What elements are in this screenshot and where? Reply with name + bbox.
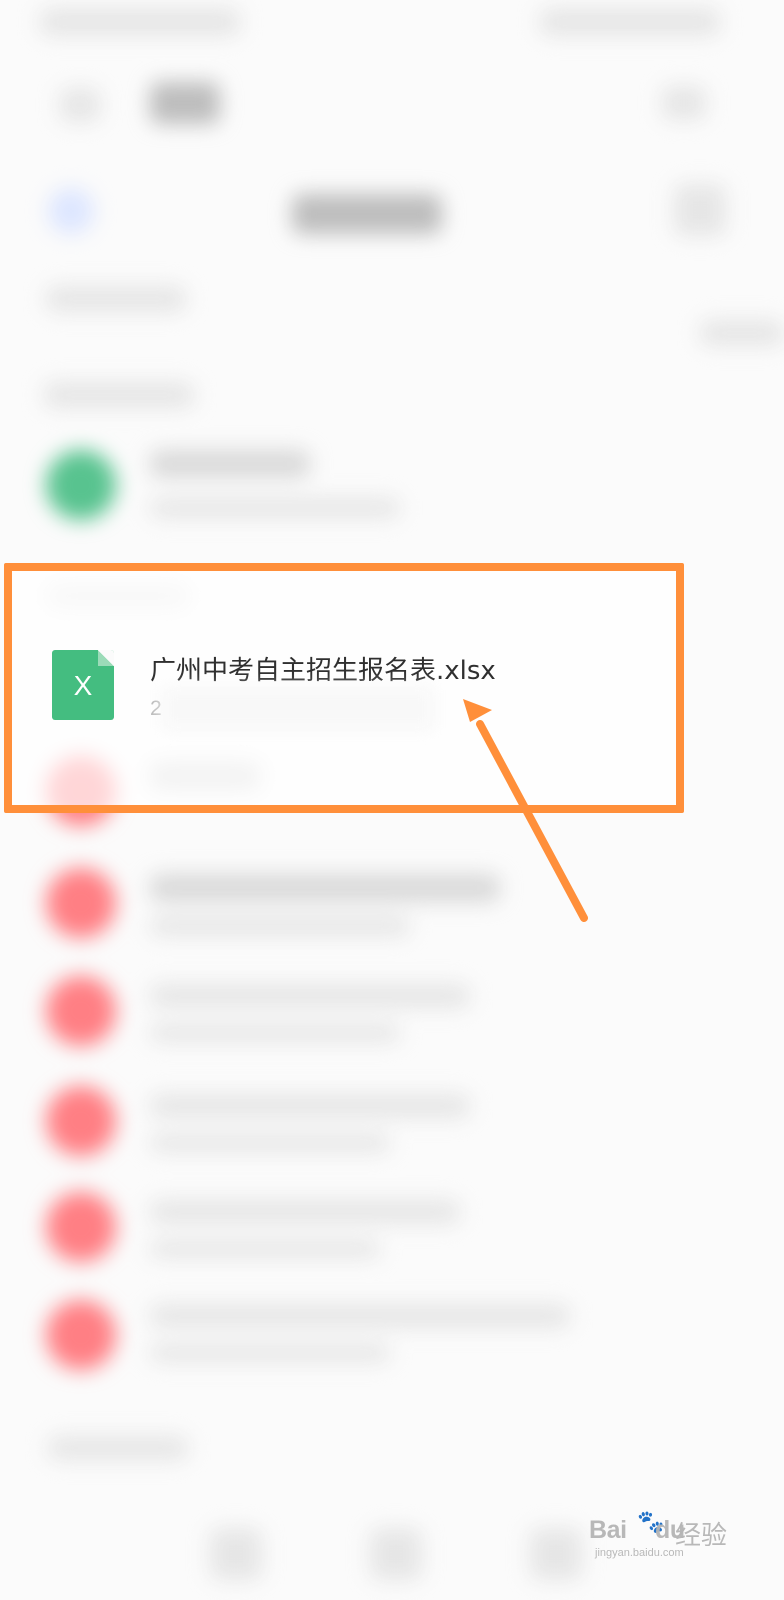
pdf-file-icon [46, 1192, 116, 1262]
file-meta [150, 1344, 390, 1362]
search-icon[interactable] [674, 184, 726, 236]
baidu-watermark: Bai 🐾 du 经验 jingyan.baidu.com [589, 1508, 759, 1563]
tab-selected[interactable] [292, 194, 442, 234]
file-name[interactable]: 广州中考自主招生报名表.xlsx [150, 650, 496, 687]
watermark-url: jingyan.baidu.com [595, 1547, 684, 1559]
file-name[interactable] [150, 1200, 460, 1224]
excel-file-icon: X [52, 650, 114, 720]
file-meta [150, 1134, 390, 1152]
folder-icon [48, 188, 94, 234]
excel-file-icon [46, 450, 116, 520]
watermark-brand: Bai [589, 1516, 627, 1544]
file-meta [150, 498, 400, 518]
bottom-nav-icon[interactable] [530, 1528, 582, 1580]
pdf-file-icon [46, 868, 116, 938]
file-meta [150, 1024, 400, 1042]
bottom-nav-icon[interactable] [370, 1528, 422, 1580]
file-name[interactable] [150, 1304, 570, 1328]
file-name[interactable] [150, 450, 310, 478]
page-title [150, 82, 220, 124]
more-icon[interactable] [662, 86, 706, 120]
back-icon[interactable] [60, 88, 100, 122]
file-name[interactable] [150, 984, 470, 1008]
date-group-header [44, 382, 194, 408]
file-meta [150, 916, 410, 936]
excel-file-icon-letter: X [73, 670, 93, 701]
file-name[interactable] [150, 874, 500, 902]
bottom-nav-icon[interactable] [210, 1528, 262, 1580]
pdf-file-icon [46, 1086, 116, 1156]
status-bar-left-placeholder [40, 8, 240, 36]
pdf-file-icon [46, 1300, 116, 1370]
date-group-header [48, 1436, 188, 1460]
file-name[interactable] [150, 1094, 470, 1118]
section-header [46, 286, 186, 312]
sort-icon[interactable] [700, 320, 784, 346]
redaction-blur [162, 688, 434, 730]
status-bar-right-placeholder [540, 8, 720, 36]
pdf-file-icon [46, 976, 116, 1046]
file-meta: 2 [150, 697, 162, 720]
file-meta [150, 1240, 380, 1258]
